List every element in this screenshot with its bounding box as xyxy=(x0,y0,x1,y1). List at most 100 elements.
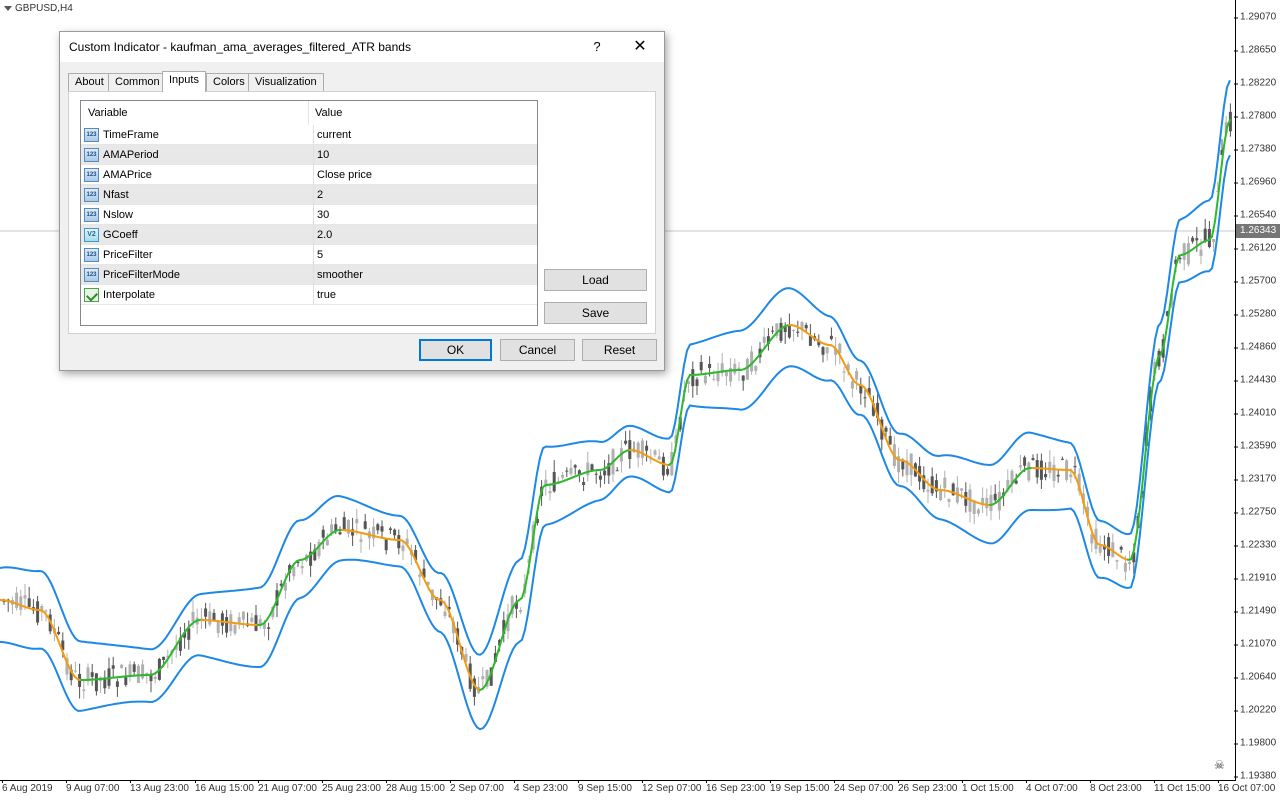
price-tick-label: 1.22330 xyxy=(1240,540,1276,551)
candle-body xyxy=(402,545,405,551)
integer-type-icon: 123 xyxy=(84,128,99,142)
reset-button[interactable]: Reset xyxy=(582,339,657,361)
variable-name: GCoeff xyxy=(103,225,138,245)
dropdown-triangle-icon xyxy=(4,6,12,11)
candle-body xyxy=(418,575,421,577)
variable-value[interactable]: 2 xyxy=(313,185,323,205)
table-row[interactable]: 123PriceFilterModesmoother xyxy=(81,265,537,285)
table-row[interactable]: 123AMAPriceClose price xyxy=(81,165,537,185)
load-button[interactable]: Load xyxy=(544,269,647,291)
time-tick-label: 4 Sep 23:00 xyxy=(514,783,568,794)
variable-value[interactable]: 10 xyxy=(313,145,329,165)
save-button[interactable]: Save xyxy=(544,302,647,324)
candle-body xyxy=(1200,250,1203,256)
candle-body xyxy=(570,468,573,474)
dialog-titlebar[interactable]: Custom Indicator - kaufman_ama_averages_… xyxy=(60,32,664,62)
candle-body xyxy=(696,379,699,386)
candle-body xyxy=(45,610,48,611)
time-tick-label: 9 Sep 15:00 xyxy=(578,783,632,794)
candle-body xyxy=(561,475,564,478)
candle-body xyxy=(208,611,211,624)
inputs-table[interactable]: Variable Value 123TimeFramecurrent123AMA… xyxy=(80,100,538,326)
candle-body xyxy=(574,465,577,467)
candle-body xyxy=(637,443,640,458)
candle-body xyxy=(725,372,728,376)
table-row[interactable]: 123AMAPeriod10 xyxy=(81,145,537,165)
candle-body xyxy=(1074,466,1077,467)
candle-body xyxy=(901,461,904,469)
price-axis[interactable]: 1.290701.286501.282201.278001.273801.269… xyxy=(1236,0,1280,780)
candle-body xyxy=(1019,465,1022,467)
table-row[interactable]: 123PriceFilter5 xyxy=(81,245,537,265)
candle-body xyxy=(133,664,136,672)
variable-name: Interpolate xyxy=(103,285,155,305)
time-axis[interactable]: 6 Aug 20199 Aug 07:0013 Aug 23:0016 Aug … xyxy=(0,780,1236,801)
table-row[interactable]: 123Nfast2 xyxy=(81,185,537,205)
close-button[interactable]: ✕ xyxy=(626,36,654,58)
boolean-type-icon xyxy=(84,288,99,302)
variable-name: Nslow xyxy=(103,205,133,225)
table-row[interactable]: 123Nslow30 xyxy=(81,205,537,225)
variable-value[interactable]: Close price xyxy=(313,165,372,185)
candle-body xyxy=(250,618,253,623)
time-tick-label: 24 Sep 07:00 xyxy=(834,783,894,794)
ama-line-segment xyxy=(1089,522,1092,532)
candle-body xyxy=(582,482,585,485)
candle-body xyxy=(74,671,77,672)
candle-body xyxy=(129,664,132,675)
tab-visualization[interactable]: Visualization xyxy=(248,73,324,91)
skull-icon: ☠ xyxy=(1214,758,1228,772)
inputs-panel: Variable Value 123TimeFramecurrent123AMA… xyxy=(68,91,656,334)
price-tick-label: 1.21910 xyxy=(1240,573,1276,584)
candle-body xyxy=(162,657,165,660)
variable-value[interactable]: 2.0 xyxy=(313,225,332,245)
price-tick-label: 1.26540 xyxy=(1240,210,1276,221)
candle-body xyxy=(1195,238,1198,240)
integer-type-icon: 123 xyxy=(84,168,99,182)
ama-line-segment xyxy=(423,577,426,583)
variable-value[interactable]: 5 xyxy=(313,245,323,265)
ama-line-segment xyxy=(1134,532,1137,550)
ok-button[interactable]: OK xyxy=(419,339,492,361)
price-tick-label: 1.28650 xyxy=(1240,45,1276,56)
variable-value[interactable]: true xyxy=(313,285,336,305)
candle-body xyxy=(1027,463,1030,481)
header-value[interactable]: Value xyxy=(308,101,537,125)
symbol-label[interactable]: GBPUSD,H4 xyxy=(4,3,73,14)
table-row[interactable]: V2GCoeff2.0 xyxy=(81,225,537,245)
candle-body xyxy=(1023,457,1026,465)
candle-body xyxy=(700,362,703,370)
help-button[interactable]: ? xyxy=(584,36,610,58)
candle-body xyxy=(599,476,602,480)
tab-inputs[interactable]: Inputs xyxy=(162,71,206,92)
candle-body xyxy=(826,347,829,353)
candle-body xyxy=(481,676,484,679)
variable-value[interactable]: current xyxy=(313,125,351,145)
ama-line-segment xyxy=(681,394,684,413)
variable-value[interactable]: smoother xyxy=(313,265,363,285)
candle-body xyxy=(691,369,694,386)
table-row[interactable]: Interpolate true xyxy=(81,285,537,305)
tab-about[interactable]: About xyxy=(68,73,111,91)
variable-name: TimeFrame xyxy=(103,125,159,145)
candle-body xyxy=(397,535,400,548)
candle-body xyxy=(780,323,783,341)
price-tick-label: 1.26120 xyxy=(1240,243,1276,254)
candle-body xyxy=(1191,238,1194,242)
cancel-button[interactable]: Cancel xyxy=(500,339,575,361)
tab-colors[interactable]: Colors xyxy=(206,73,252,91)
integer-type-icon: 123 xyxy=(84,148,99,162)
header-variable[interactable]: Variable xyxy=(81,101,308,125)
table-row[interactable]: 123 TimeFrame current xyxy=(81,125,537,145)
candle-body xyxy=(292,567,295,576)
candle-body xyxy=(889,436,892,445)
candle-body xyxy=(960,488,963,490)
candle-body xyxy=(641,441,644,458)
price-tick-label: 1.28220 xyxy=(1240,78,1276,89)
candle-body xyxy=(662,457,665,476)
variable-value[interactable]: 30 xyxy=(313,205,329,225)
candle-body xyxy=(943,478,946,489)
tab-common[interactable]: Common xyxy=(108,73,167,91)
candle-body xyxy=(385,539,388,550)
ama-line-segment xyxy=(57,637,60,645)
